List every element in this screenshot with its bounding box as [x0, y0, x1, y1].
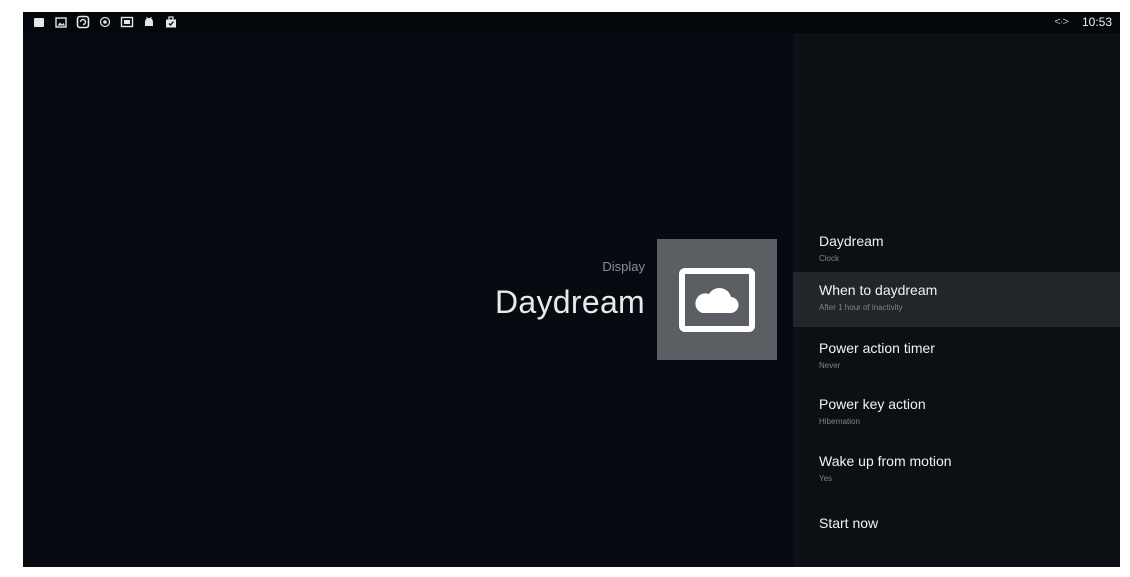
- menu-item-power-action-timer[interactable]: Power action timer Never: [793, 330, 1120, 385]
- clock-time: 10:53: [1081, 15, 1112, 29]
- square-icon: [32, 15, 46, 29]
- menu-item-subtitle: After 1 hour of inactivity: [819, 303, 903, 312]
- menu-item-power-key-action[interactable]: Power key action Hibernation: [793, 386, 1120, 441]
- menu-item-subtitle: Clock: [819, 254, 840, 263]
- page-title: Daydream: [494, 284, 645, 320]
- cloud-frame-icon: [657, 239, 777, 360]
- menu-item-title: When to daydream: [819, 282, 938, 298]
- menu-item-title: Start now: [819, 515, 879, 531]
- menu-item-wake-up-from-motion[interactable]: Wake up from motion Yes: [793, 443, 1120, 498]
- menu-item-start-now[interactable]: Start now: [793, 505, 1120, 560]
- briefcase-icon: [164, 15, 178, 29]
- android-icon: [142, 15, 156, 29]
- settings-menu: Daydream Clock When to daydream After 1 …: [793, 33, 1120, 567]
- notification-icons: [32, 15, 178, 29]
- breadcrumb: Display: [602, 259, 645, 274]
- menu-item-title: Power key action: [819, 396, 926, 412]
- menu-item-subtitle: Never: [819, 361, 841, 370]
- left-pane: Display Daydream: [23, 33, 793, 567]
- refresh-icon: [76, 15, 90, 29]
- status-right: <·> 10:53: [1054, 15, 1112, 29]
- status-bar: <·> 10:53: [23, 12, 1120, 33]
- tv-screen: <·> 10:53 Display Daydream Daydream Cloc…: [23, 12, 1120, 567]
- menu-item-title: Power action timer: [819, 340, 935, 356]
- menu-item-subtitle: Hibernation: [819, 417, 860, 426]
- mail-icon: [120, 15, 134, 29]
- network-icon: <·>: [1054, 16, 1068, 28]
- menu-item-title: Daydream: [819, 233, 884, 249]
- menu-item-subtitle: Yes: [819, 474, 833, 483]
- image-icon: [54, 15, 68, 29]
- menu-item-when-to-daydream[interactable]: When to daydream After 1 hour of inactiv…: [793, 272, 1120, 327]
- record-icon: [98, 15, 112, 29]
- menu-item-title: Wake up from motion: [819, 453, 952, 469]
- menu-item-daydream[interactable]: Daydream Clock: [793, 223, 1120, 278]
